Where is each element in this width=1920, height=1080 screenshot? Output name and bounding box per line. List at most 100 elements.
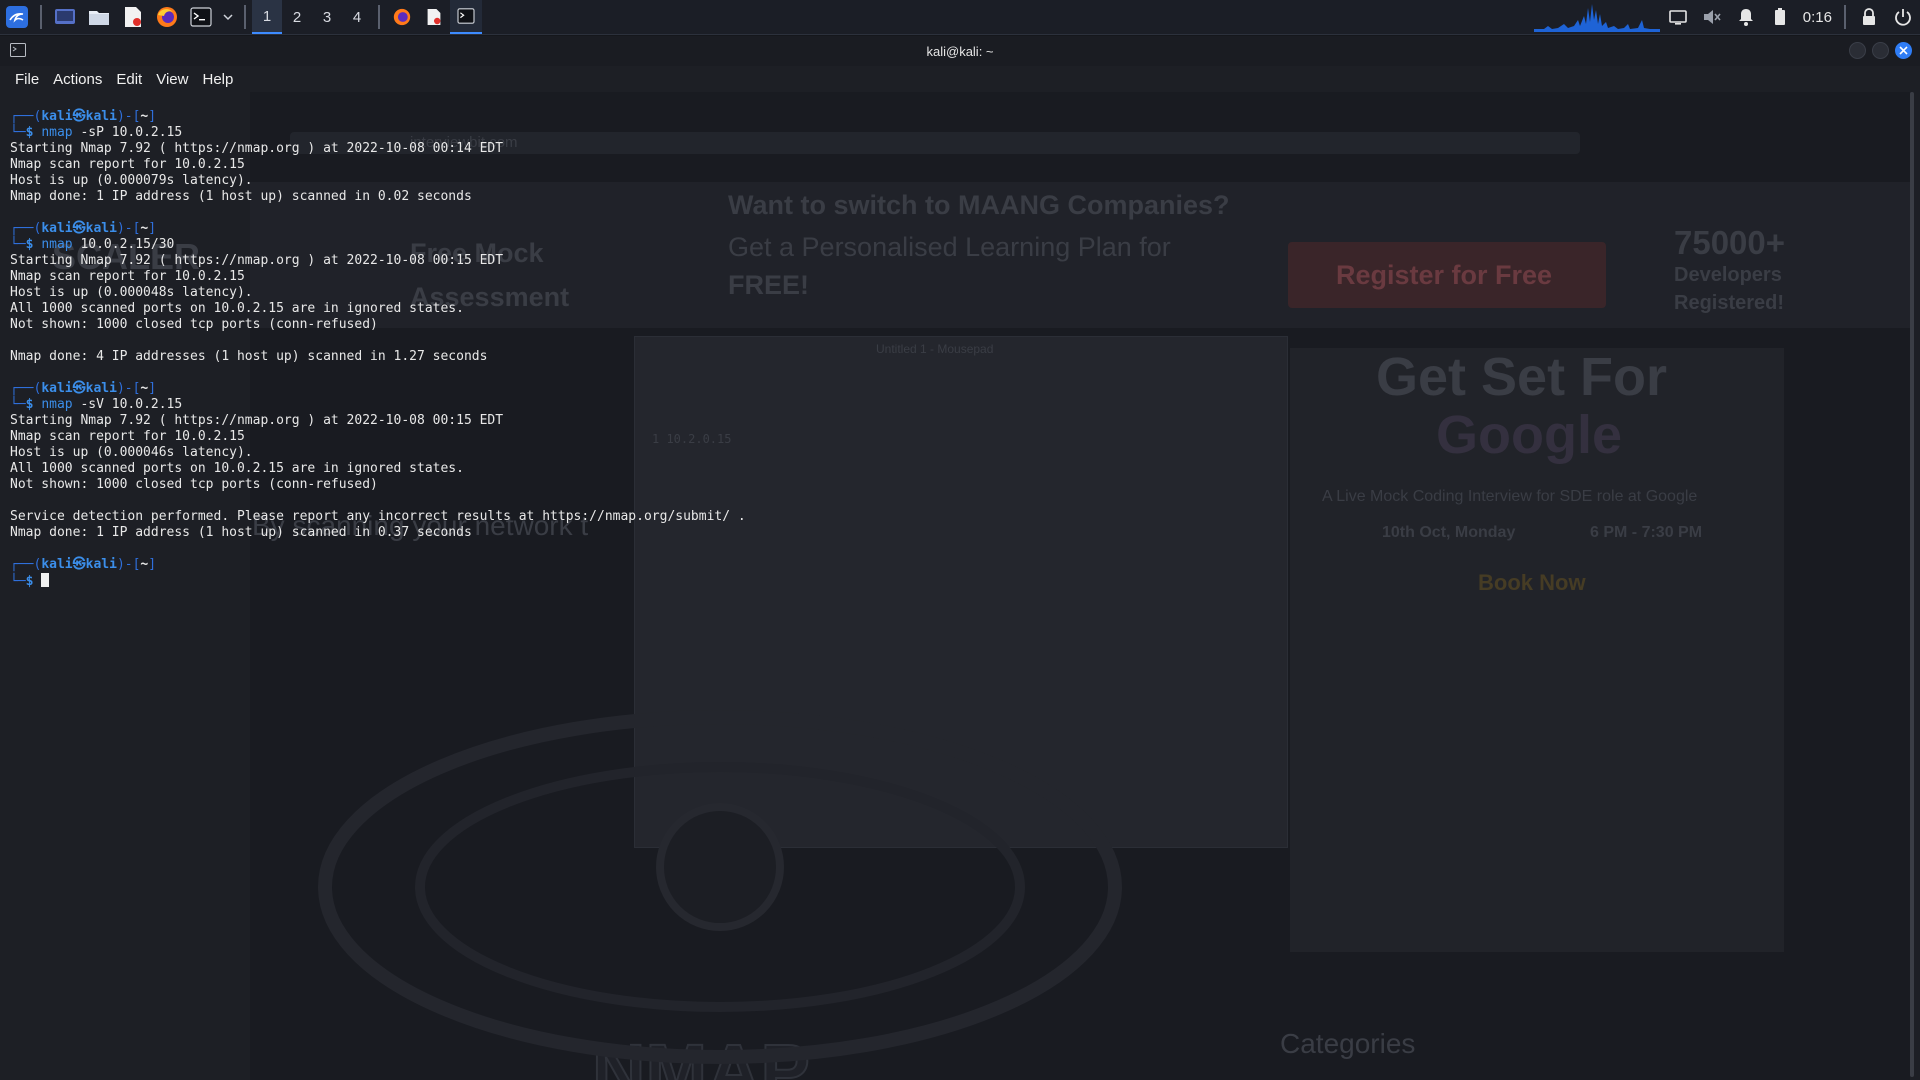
title-bar[interactable]: kali@kali: ~ [0,36,1920,66]
prompt-line: ┌──(kali㉿kali)-[~] [10,221,746,237]
notification-bell-icon[interactable] [1729,0,1763,34]
scrollbar[interactable] [1910,92,1914,1077]
prompt-frame: ┌──( [10,557,42,572]
prompt-frame: )-[ [116,381,141,396]
command-args: -sP 10.0.2.15 [72,125,183,140]
ghost-dev-label2: Registered! [1674,292,1785,314]
prompt-frame: └─ [10,574,26,589]
terminal-icon[interactable] [187,3,215,31]
workspace-3[interactable]: 3 [312,0,342,34]
prompt-dollar: $ [25,574,34,589]
ghost-register-label: Register for Free [1336,260,1553,290]
firefox-icon[interactable] [153,3,181,31]
lock-icon[interactable] [1852,0,1886,34]
system-tray: 0:16 [1661,0,1920,34]
prompt-frame: ] [148,381,157,396]
prompt-frame: ┌──( [10,221,42,236]
volume-muted-icon[interactable] [1695,0,1729,34]
taskbar-firefox[interactable] [386,0,418,34]
panel-separator [1844,5,1846,29]
output-line: All 1000 scanned ports on 10.0.2.15 are … [10,301,464,316]
menu-edit[interactable]: Edit [109,71,149,88]
prompt-user-host: kali㉿kali [41,557,117,572]
text-editor-icon[interactable] [119,3,147,31]
taskbar-text-editor[interactable] [418,0,450,34]
output-line: Not shown: 1000 closed tcp ports (conn-r… [10,317,378,332]
ghost-banner-line1: Want to switch to MAANG Companies? [728,190,1230,220]
output-line: Nmap done: 4 IP addresses (1 host up) sc… [10,349,488,364]
prompt-frame: )-[ [116,557,141,572]
workspace-2[interactable]: 2 [282,0,312,34]
workspace-4[interactable]: 4 [342,0,372,34]
prompt-frame: ┌──( [10,109,42,124]
ghost-date: 10th Oct, Monday [1382,524,1516,541]
firefox-icon [393,8,411,26]
window-title: kali@kali: ~ [926,43,994,59]
power-icon[interactable] [1886,0,1920,34]
taskbar-terminal[interactable] [450,0,482,34]
output-line: All 1000 scanned ports on 10.0.2.15 are … [10,461,464,476]
text-editor-icon [427,9,441,25]
top-panel: 1 2 3 4 0:16 [0,0,1920,35]
show-desktop-icon[interactable] [51,3,79,31]
ghost-eye-graphic [318,710,1122,1064]
ghost-get-set: Get Set For [1376,347,1668,407]
prompt-frame: )-[ [116,109,141,124]
output-line: Host is up (0.000079s latency). [10,173,253,188]
command-line: └─$ nmap -sV 10.0.2.15 [10,397,746,413]
workspace-1[interactable]: 1 [252,0,282,34]
command-line: └─$ nmap -sP 10.0.2.15 [10,125,746,141]
command-line: └─$ nmap 10.0.2.15/30 [10,237,746,253]
screen-icon[interactable] [1661,0,1695,34]
menu-view[interactable]: View [149,71,195,88]
menu-file[interactable]: File [8,71,46,88]
terminal-icon [457,8,475,24]
command-line: └─$ [10,573,746,590]
prompt-frame: └─ [10,237,26,252]
output-line: Nmap done: 1 IP address (1 host up) scan… [10,525,472,540]
command-name: nmap [41,237,73,252]
ghost-categories: Categories [1280,1028,1416,1059]
prompt-dollar: $ [25,125,34,140]
cpu-graph-area [1534,4,1660,32]
prompt-frame: └─ [10,125,26,140]
minimize-button[interactable] [1849,42,1866,59]
panel-separator [244,5,246,29]
prompt-frame: └─ [10,397,26,412]
window-controls [1849,42,1912,59]
menu-actions[interactable]: Actions [46,71,109,88]
file-manager-icon[interactable] [85,3,113,31]
prompt-frame: ┌──( [10,381,42,396]
output-line: Starting Nmap 7.92 ( https://nmap.org ) … [10,253,504,268]
output-line: Host is up (0.000048s latency). [10,285,253,300]
battery-icon[interactable] [1763,0,1797,34]
output-line: Nmap scan report for 10.0.2.15 [10,269,245,284]
ghost-mock-desc: A Live Mock Coding Interview for SDE rol… [1322,488,1698,505]
output-line: Host is up (0.000046s latency). [10,445,253,460]
output-line: Nmap scan report for 10.0.2.15 [10,157,245,172]
panel-separator [40,5,42,29]
maximize-button[interactable] [1872,42,1889,59]
command-args: 10.0.2.15/30 [72,237,175,252]
terminal-icon [10,43,26,62]
command-name: nmap [41,125,73,140]
ghost-editor-title: Untitled 1 - Mousepad [876,342,994,356]
close-button[interactable] [1895,42,1912,59]
output-line: Service detection performed. Please repo… [10,509,746,524]
chevron-down-icon[interactable] [221,3,235,31]
terminal-output[interactable]: ┌──(kali㉿kali)-[~] └─$ nmap -sP 10.0.2.15… [10,109,746,590]
kali-menu-icon[interactable] [3,3,31,31]
menu-bar: File Actions Edit View Help [8,66,240,92]
close-icon [1899,46,1908,55]
ghost-book-now: Book Now [1478,570,1586,595]
ghost-banner-line2: Get a Personalised Learning Plan for [728,232,1171,262]
ghost-time: 6 PM - 7:30 PM [1590,524,1703,541]
ghost-google: Google [1436,405,1622,465]
clock[interactable]: 0:16 [1797,9,1838,26]
menu-help[interactable]: Help [195,71,240,88]
